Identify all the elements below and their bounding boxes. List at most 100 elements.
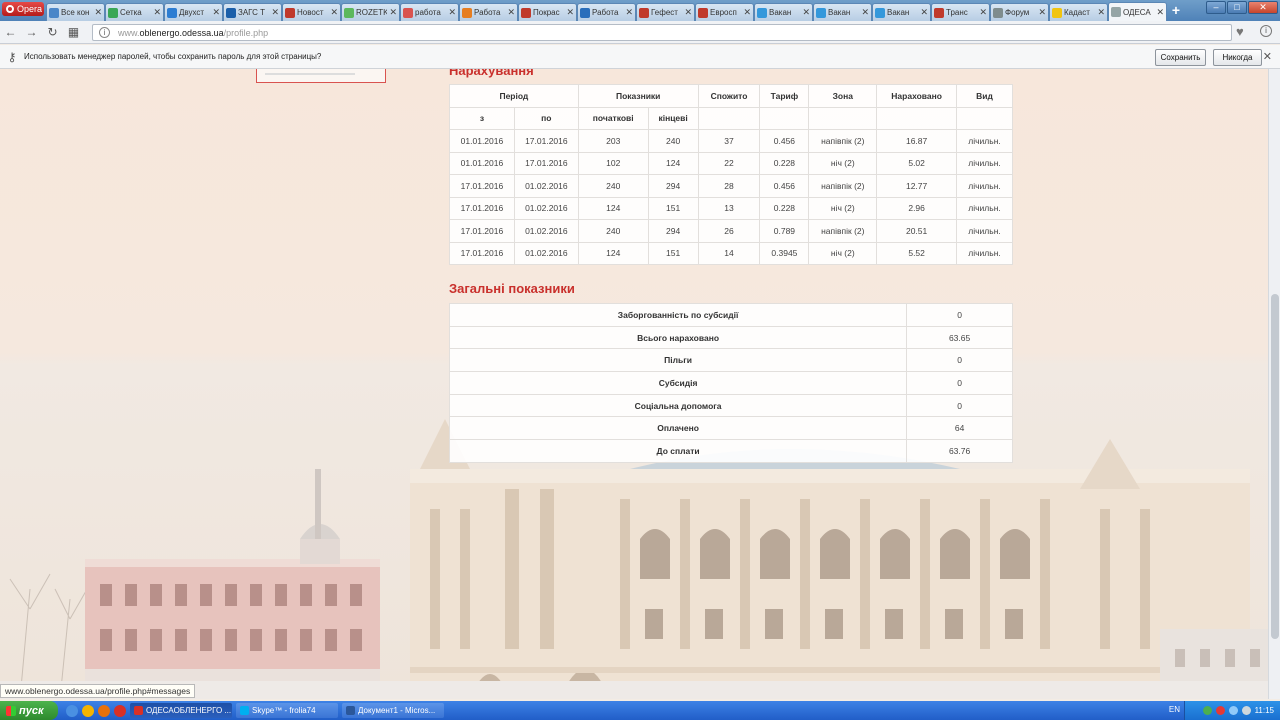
- opera-menu-label: Opera: [17, 4, 43, 14]
- extension-icon[interactable]: i: [1260, 25, 1272, 37]
- taskbar-task[interactable]: Skype™ - frolia74: [236, 703, 338, 718]
- browser-tab[interactable]: работа ✕: [400, 3, 459, 21]
- charges-table: Період Показники Спожито Тариф Зона Нара…: [449, 84, 1013, 265]
- charges-row: 17.01.2016 01.02.2016 240 294 28 0.456 напівпі…: [449, 174, 1013, 198]
- browser-tab[interactable]: Новост ✕: [282, 3, 341, 21]
- charges-cell: 124: [647, 151, 699, 175]
- tab-close-icon[interactable]: ✕: [153, 7, 161, 18]
- browser-tab[interactable]: Двухст ✕: [164, 3, 223, 21]
- bookmark-heart-icon[interactable]: ♥: [1236, 24, 1244, 39]
- start-button[interactable]: пуск: [0, 701, 58, 720]
- tab-favicon-icon: [49, 7, 59, 18]
- browser-tab[interactable]: Покрас ✕: [518, 3, 577, 21]
- tab-close-icon[interactable]: ✕: [861, 7, 869, 18]
- tab-close-icon[interactable]: ✕: [271, 7, 279, 18]
- volume-icon[interactable]: [1241, 706, 1251, 715]
- browser-tab[interactable]: ЗАГС Т ✕: [223, 3, 282, 21]
- totals-value: 63.65: [906, 325, 1013, 350]
- task-app-icon: [240, 706, 249, 715]
- tab-close-icon[interactable]: ✕: [507, 7, 515, 18]
- save-password-button[interactable]: Сохранить: [1155, 49, 1206, 66]
- browser-tab[interactable]: Работа ✕: [459, 3, 518, 21]
- tab-close-icon[interactable]: ✕: [979, 7, 987, 18]
- tab-close-icon[interactable]: ✕: [802, 7, 810, 18]
- taskbar-task[interactable]: Документ1 - Micros...: [342, 703, 444, 718]
- ie-icon[interactable]: [66, 704, 78, 717]
- tab-grid-button[interactable]: ▦: [63, 25, 84, 39]
- browser-tab[interactable]: Евросп ✕: [695, 3, 754, 21]
- charges-cell: лічильн.: [956, 196, 1013, 220]
- tab-close-icon[interactable]: ✕: [684, 7, 692, 18]
- address-field[interactable]: i www.oblenergo.odessa.ua/profile.php: [92, 24, 1232, 41]
- totals-label: Пільги: [448, 348, 908, 373]
- tab-close-icon[interactable]: ✕: [330, 7, 338, 18]
- browser-tab[interactable]: Гефест ✕: [636, 3, 695, 21]
- never-save-button[interactable]: Никогда: [1213, 49, 1262, 66]
- browser-tab[interactable]: Все кон ✕: [46, 3, 105, 21]
- tab-title: Новост: [297, 8, 324, 17]
- charges-cell: лічильн.: [956, 174, 1013, 198]
- language-indicator[interactable]: EN: [1169, 705, 1180, 714]
- forward-button[interactable]: →: [21, 25, 42, 39]
- charges-cell: 17.01.2016: [513, 129, 579, 153]
- scrollbar-thumb[interactable]: [1271, 294, 1279, 639]
- new-tab-button[interactable]: +: [1167, 3, 1185, 19]
- charges-cell: 151: [647, 241, 699, 265]
- tab-close-icon[interactable]: ✕: [389, 7, 397, 18]
- opera-quick-icon[interactable]: [114, 704, 126, 717]
- col-from: з: [449, 106, 515, 130]
- tab-close-icon[interactable]: ✕: [448, 7, 456, 18]
- back-button[interactable]: ←: [0, 25, 21, 39]
- tab-close-icon[interactable]: ✕: [743, 7, 751, 18]
- charges-cell: 17.01.2016: [449, 174, 515, 198]
- task-label: Документ1 - Micros...: [358, 706, 436, 715]
- browser-tab[interactable]: Форум ✕: [990, 3, 1049, 21]
- browser-tab[interactable]: Транс ✕: [931, 3, 990, 21]
- tray-icon[interactable]: [1215, 706, 1225, 715]
- tray-icon[interactable]: [1228, 706, 1238, 715]
- windows-logo-icon: [6, 705, 16, 716]
- tab-title: Вакан: [887, 8, 910, 17]
- totals-title: Загальні показники: [449, 281, 575, 296]
- browser-tab[interactable]: Вакан ✕: [813, 3, 872, 21]
- browser-tab[interactable]: Сетка ✕: [105, 3, 164, 21]
- tab-close-icon[interactable]: ✕: [1097, 7, 1105, 18]
- totals-value: 64: [906, 416, 1013, 441]
- tab-close-icon[interactable]: ✕: [920, 7, 928, 18]
- opera-menu-button[interactable]: Opera: [2, 2, 44, 16]
- totals-row: Всього нараховано 63.65: [448, 325, 1013, 350]
- close-window-button[interactable]: ✕: [1248, 1, 1278, 14]
- tab-close-icon[interactable]: ✕: [212, 7, 220, 18]
- col-consumed: Спожито: [697, 84, 761, 108]
- minimize-button[interactable]: –: [1206, 1, 1226, 14]
- tab-close-icon[interactable]: ✕: [1156, 7, 1164, 18]
- browser-tab[interactable]: Вакан ✕: [872, 3, 931, 21]
- charges-cell: ніч (2): [808, 241, 878, 265]
- tab-close-icon[interactable]: ✕: [625, 7, 633, 18]
- browser-tab[interactable]: Кадаст ✕: [1049, 3, 1108, 21]
- tab-close-icon[interactable]: ✕: [1038, 7, 1046, 18]
- site-info-icon[interactable]: i: [99, 27, 110, 38]
- page-scrollbar[interactable]: [1268, 69, 1280, 699]
- chrome-icon[interactable]: [82, 704, 94, 717]
- close-prompt-icon[interactable]: ✕: [1263, 50, 1272, 63]
- browser-tab[interactable]: Вакан ✕: [754, 3, 813, 21]
- browser-tab[interactable]: ОДЕСА ✕: [1108, 2, 1167, 21]
- browser-tab[interactable]: Работа ✕: [577, 3, 636, 21]
- taskbar-task[interactable]: ОДЕСАОБЛЕНЕРГО ...: [130, 703, 232, 718]
- reload-button[interactable]: ↻: [42, 25, 63, 39]
- tab-close-icon[interactable]: ✕: [94, 7, 102, 18]
- tray-icon[interactable]: [1202, 706, 1212, 715]
- firefox-icon[interactable]: [98, 704, 110, 717]
- totals-row: Субсидія 0: [448, 371, 1013, 395]
- charges-cell: 0.228: [759, 151, 810, 175]
- totals-row: Оплачено 64: [448, 416, 1013, 441]
- col-to: по: [513, 106, 579, 130]
- system-tray: 11:15: [1184, 701, 1280, 720]
- url-prefix: www.: [118, 27, 140, 38]
- maximize-button[interactable]: □: [1227, 1, 1247, 14]
- clock[interactable]: 11:15: [1255, 706, 1274, 715]
- browser-tab[interactable]: ROZETK ✕: [341, 3, 400, 21]
- tab-title: Гефест: [651, 8, 678, 17]
- tab-close-icon[interactable]: ✕: [566, 7, 574, 18]
